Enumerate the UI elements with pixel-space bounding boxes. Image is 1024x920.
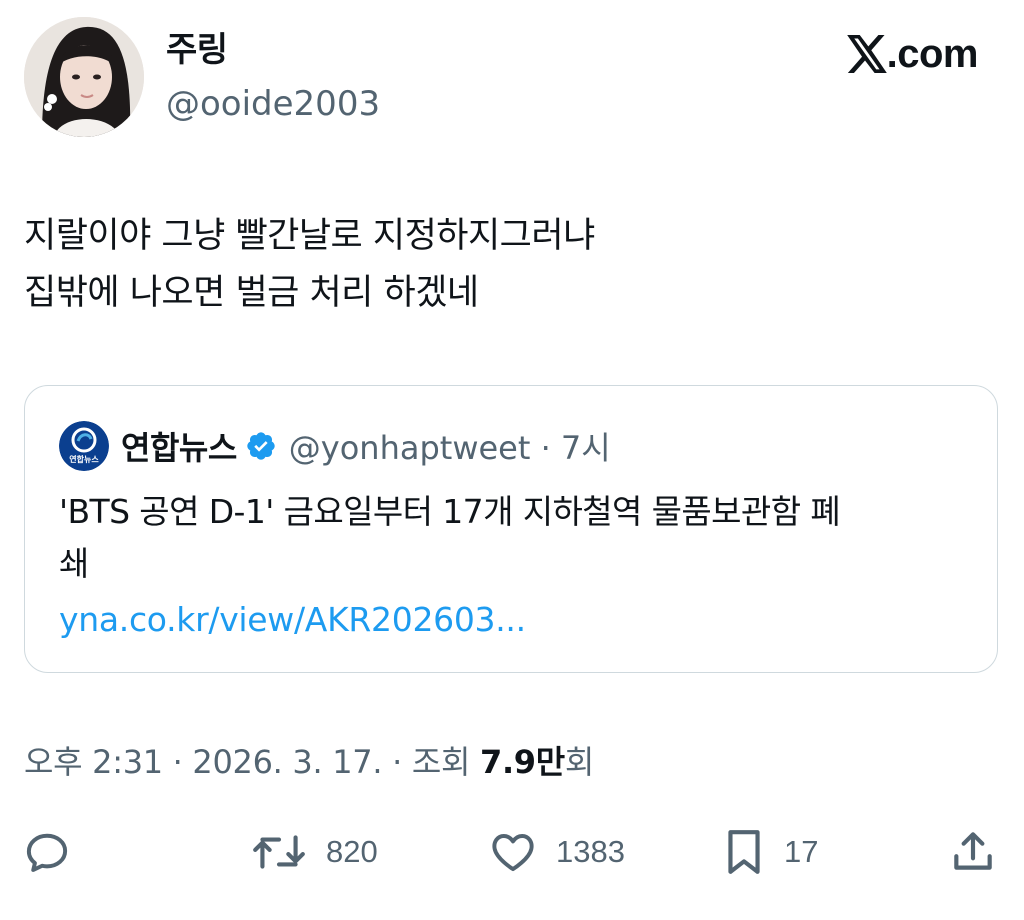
quoted-text-line: 쇄 — [59, 544, 89, 583]
reply-icon — [26, 833, 68, 872]
like-count: 1383 — [556, 834, 625, 869]
quoted-tweet-card[interactable]: 연합뉴스 연합뉴스 @yonhaptweet · 7시 'BTS 공연 D-1'… — [24, 385, 998, 673]
avatar-image — [24, 17, 144, 137]
tweet-text-line: 집밖에 나오면 벌금 처리 하겠네 — [24, 273, 479, 313]
quoted-logo-text: 연합뉴스 — [69, 454, 99, 464]
tweet-text-line: 지랄이야 그냥 빨간날로 지정하지그러냐 — [24, 216, 595, 256]
brand-logo: .com — [846, 30, 979, 78]
timestamp-text[interactable]: 오후 2:31 · 2026. 3. 17. · 조회 — [24, 743, 480, 781]
share-icon — [954, 832, 992, 870]
quoted-link[interactable]: yna.co.kr/view/AKR202603... — [59, 594, 526, 646]
quoted-text-line: 'BTS 공연 D-1' 금요일부터 17개 지하철역 물품보관함 폐 — [59, 492, 841, 531]
heart-icon — [492, 833, 534, 872]
retweet-icon — [253, 835, 305, 869]
x-logo-icon — [846, 35, 887, 73]
retweet-count: 820 — [326, 834, 378, 869]
yonhap-logo-icon: 연합뉴스 — [59, 421, 109, 471]
reply-button[interactable] — [22, 820, 72, 884]
quoted-avatar[interactable]: 연합뉴스 — [59, 421, 109, 471]
tweet-text: 지랄이야 그냥 빨간날로 지정하지그러냐 집밖에 나오면 벌금 처리 하겠네 — [24, 208, 984, 322]
quoted-handle-time: @yonhaptweet · 7시 — [288, 429, 611, 467]
brand-domain: .com — [886, 32, 979, 76]
author-display-name[interactable]: 주링 — [166, 28, 228, 72]
retweet-button[interactable]: 820 — [250, 820, 378, 884]
bookmark-icon — [728, 830, 760, 874]
bookmark-button[interactable]: 17 — [722, 820, 818, 884]
tweet-timestamp: 오후 2:31 · 2026. 3. 17. · 조회 7.9만회 — [24, 738, 594, 786]
share-button[interactable] — [948, 820, 998, 884]
views-count: 7.9만 — [479, 743, 565, 781]
views-suffix: 회 — [564, 743, 595, 781]
action-bar: 820 1383 17 — [0, 820, 1024, 884]
quoted-tweet-text: 'BTS 공연 D-1' 금요일부터 17개 지하철역 물품보관함 폐 쇄 — [59, 486, 974, 590]
avatar[interactable] — [24, 17, 144, 137]
quoted-display-name[interactable]: 연합뉴스 — [121, 423, 237, 469]
quoted-tweet-header: 연합뉴스 연합뉴스 @yonhaptweet · 7시 — [59, 418, 611, 474]
author-handle[interactable]: @ooide2003 — [166, 82, 380, 126]
like-button[interactable]: 1383 — [488, 820, 625, 884]
bookmark-count: 17 — [784, 834, 819, 869]
verified-badge-icon — [245, 430, 277, 462]
